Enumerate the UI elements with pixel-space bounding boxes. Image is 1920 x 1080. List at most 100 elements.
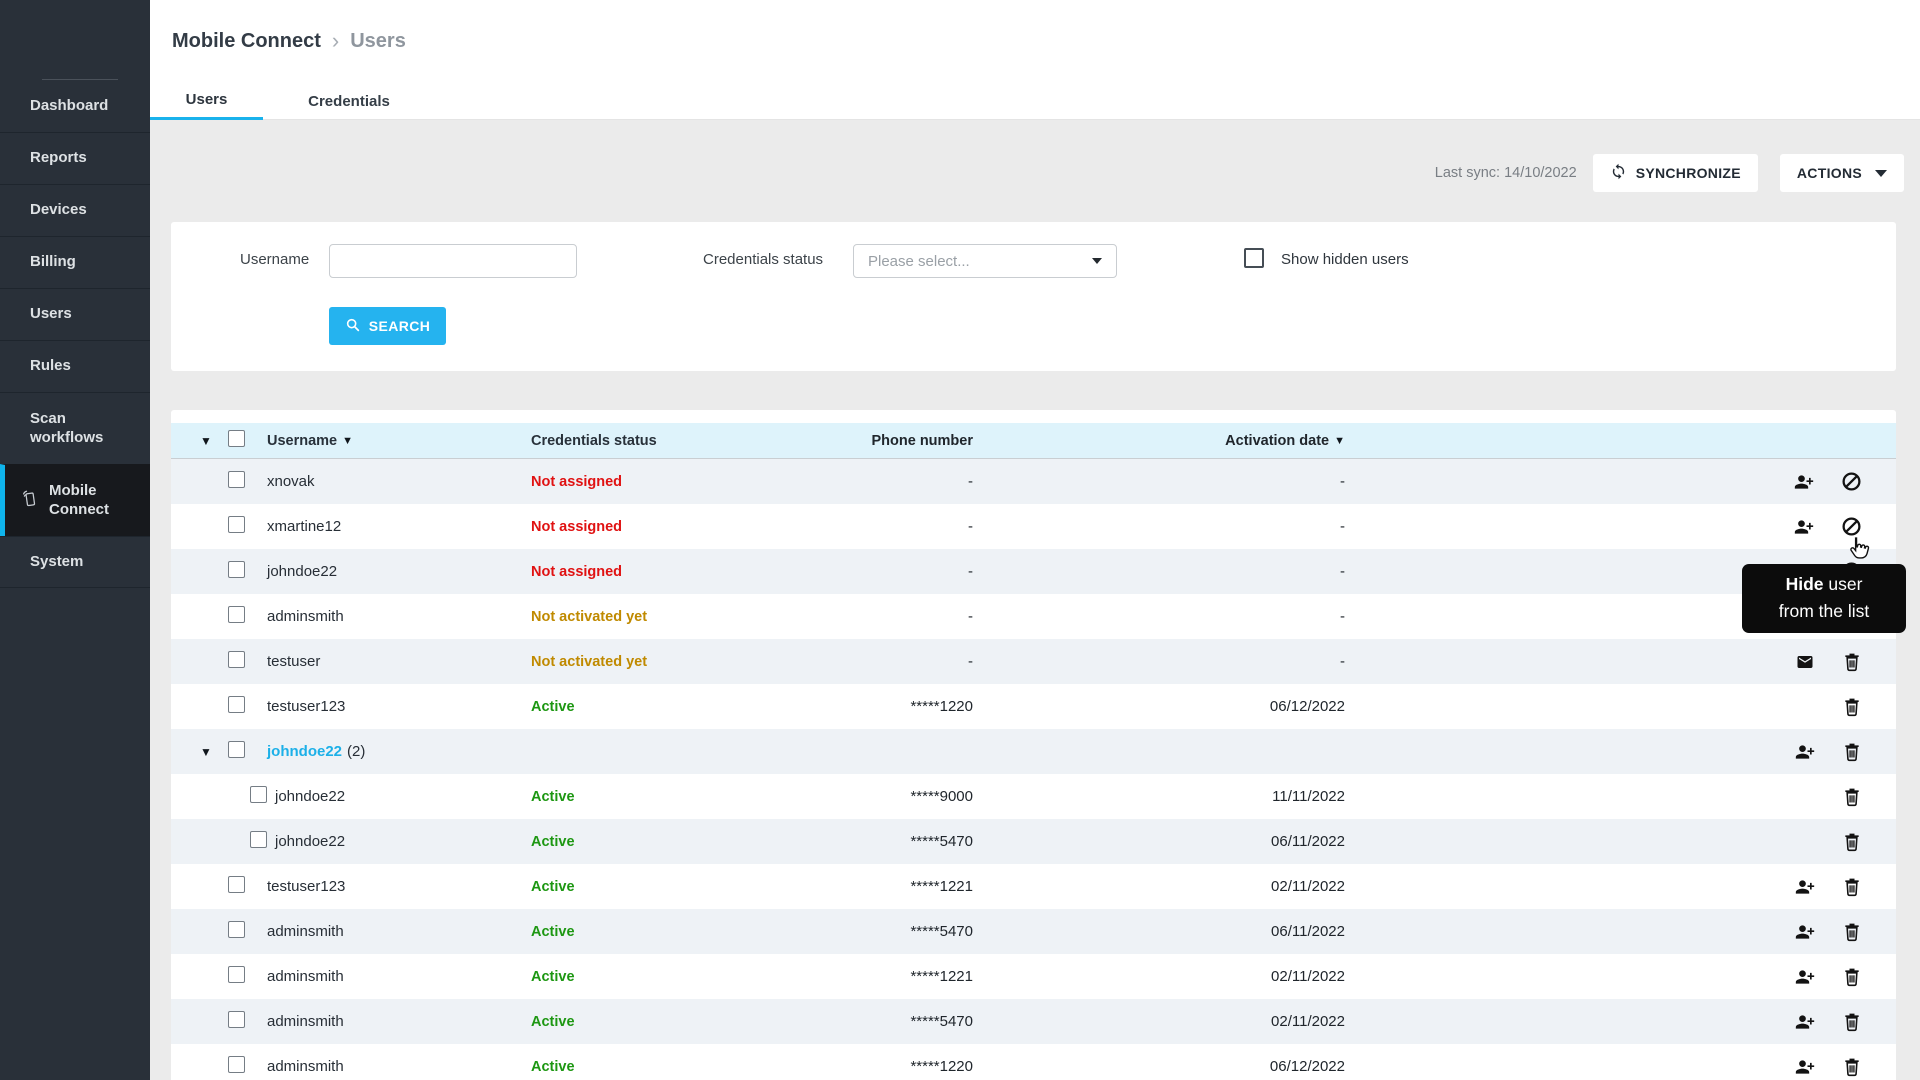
trash-icon[interactable] [1842, 651, 1862, 673]
username-cell: adminsmith [267, 1058, 344, 1075]
row-checkbox[interactable] [228, 1056, 245, 1073]
activation-date-cell: - [973, 563, 1345, 580]
tab-users[interactable]: Users [150, 82, 263, 120]
person-add-icon[interactable] [1793, 471, 1815, 493]
users-table: ▼ Username▼ Credentials status Phone num… [171, 410, 1896, 1080]
expand-all-caret-icon[interactable]: ▼ [200, 434, 212, 448]
trash-icon[interactable] [1842, 876, 1862, 898]
person-add-icon[interactable] [1794, 921, 1816, 943]
phone-number-cell: - [791, 473, 973, 490]
toolbar: Last sync: 14/10/2022 SYNCHRONIZE ACTION… [171, 154, 1904, 192]
activation-date-cell: - [973, 473, 1345, 490]
trash-icon[interactable] [1842, 786, 1862, 808]
group-expand-caret-icon[interactable]: ▼ [200, 745, 212, 759]
row-checkbox[interactable] [250, 831, 267, 848]
sidebar-item-reports[interactable]: Reports [0, 132, 150, 184]
phone-number-cell: *****1221 [791, 878, 973, 895]
last-sync-text: Last sync: 14/10/2022 [1435, 165, 1577, 181]
trash-icon[interactable] [1842, 696, 1862, 718]
row-checkbox[interactable] [228, 651, 245, 668]
person-add-icon[interactable] [1793, 516, 1815, 538]
sidebar-item-system[interactable]: System [0, 536, 150, 588]
row-checkbox[interactable] [228, 471, 245, 488]
username-cell: johndoe22 [267, 563, 337, 580]
trash-icon[interactable] [1842, 1011, 1862, 1033]
select-all-checkbox[interactable] [228, 430, 245, 447]
table-row: testuser123Active*****122006/12/2022 [171, 684, 1896, 729]
sidebar: DashboardReports Devices Billing Users Rules… [0, 0, 150, 1080]
credentials-status-cell: Active [531, 699, 575, 715]
actions-label: ACTIONS [1797, 165, 1862, 181]
trash-icon[interactable] [1842, 741, 1862, 763]
table-row: ▼johndoe22(2) [171, 729, 1896, 774]
row-checkbox[interactable] [228, 876, 245, 893]
row-checkbox[interactable] [228, 696, 245, 713]
activation-date-cell: 06/12/2022 [973, 698, 1345, 715]
username-cell: xnovak [267, 473, 315, 490]
username-cell: adminsmith [267, 968, 344, 985]
row-checkbox[interactable] [228, 606, 245, 623]
table-row: johndoe22Active*****547006/11/2022 [171, 819, 1896, 864]
breadcrumb: Mobile Connect › Users [150, 0, 1920, 82]
synchronize-label: SYNCHRONIZE [1636, 165, 1741, 181]
phone-number-cell: *****5470 [791, 923, 973, 940]
table-row: xnovakNot assigned-- [171, 459, 1896, 504]
credentials-status-cell: Not assigned [531, 519, 622, 535]
chevron-down-icon [1875, 170, 1887, 177]
synchronize-button[interactable]: SYNCHRONIZE [1593, 154, 1758, 192]
breadcrumb-parent[interactable]: Mobile Connect [172, 30, 321, 53]
sidebar-item-label: Devices [30, 201, 87, 220]
person-add-icon[interactable] [1794, 966, 1816, 988]
search-button[interactable]: SEARCH [329, 307, 446, 345]
mail-icon[interactable] [1794, 651, 1816, 673]
sort-caret-icon: ▼ [342, 435, 353, 447]
trash-icon[interactable] [1842, 831, 1862, 853]
search-icon [345, 317, 361, 336]
credentials-status-label: Credentials status [703, 251, 823, 268]
tabs-bar: Users Credentials [150, 82, 1920, 120]
person-add-icon[interactable] [1794, 1056, 1816, 1078]
main-area: Mobile Connect › Users Users Credentials… [150, 0, 1920, 1080]
credentials-status-cell: Active [531, 1059, 575, 1075]
ban-icon[interactable] [1841, 471, 1862, 493]
row-checkbox[interactable] [228, 1011, 245, 1028]
username-input[interactable] [329, 244, 577, 278]
person-add-icon[interactable] [1794, 876, 1816, 898]
sidebar-item-billing[interactable]: Billing [0, 236, 150, 288]
trash-icon[interactable] [1842, 921, 1862, 943]
activation-date-cell: 06/11/2022 [973, 923, 1345, 940]
username-cell[interactable]: johndoe22 [267, 743, 342, 760]
person-add-icon[interactable] [1794, 741, 1816, 763]
row-checkbox[interactable] [228, 516, 245, 533]
row-checkbox[interactable] [228, 966, 245, 983]
trash-icon[interactable] [1842, 966, 1862, 988]
sidebar-item-devices[interactable]: Devices [0, 184, 150, 236]
username-cell: adminsmith [267, 608, 344, 625]
credentials-status-cell: Active [531, 924, 575, 940]
credentials-status-select[interactable]: Please select... [853, 244, 1117, 278]
activation-date-cell: 06/11/2022 [973, 833, 1345, 850]
sidebar-item-label: Users [30, 305, 72, 324]
phone-number-cell: *****1220 [791, 698, 973, 715]
person-add-icon[interactable] [1794, 1011, 1816, 1033]
sidebar-item-rules[interactable]: Rules [0, 340, 150, 392]
actions-button[interactable]: ACTIONS [1780, 154, 1904, 192]
table-row: adminsmithActive*****547002/11/2022 [171, 999, 1896, 1044]
sidebar-item-label: Mobile Connect [49, 482, 138, 520]
sidebar-item-users[interactable]: Users [0, 288, 150, 340]
sidebar-item-scan-workflows[interactable]: Scan workflows [0, 392, 150, 464]
activation-date-column-header[interactable]: Activation date▼ [1225, 433, 1345, 449]
row-checkbox[interactable] [250, 786, 267, 803]
row-checkbox[interactable] [228, 921, 245, 938]
sidebar-item-mobile-connect[interactable]: Mobile Connect [0, 464, 150, 536]
show-hidden-label: Show hidden users [1281, 251, 1409, 268]
sidebar-item-dashboard[interactable]: Dashboard [0, 80, 150, 132]
row-checkbox[interactable] [228, 741, 245, 758]
show-hidden-checkbox[interactable] [1244, 248, 1264, 268]
tab-credentials[interactable]: Credentials [263, 82, 435, 120]
trash-icon[interactable] [1842, 1056, 1862, 1078]
filter-panel: Username Credentials status Please selec… [171, 222, 1896, 371]
sidebar-item-label: Scan workflows [30, 410, 138, 448]
username-column-header[interactable]: Username▼ [267, 433, 353, 449]
row-checkbox[interactable] [228, 561, 245, 578]
